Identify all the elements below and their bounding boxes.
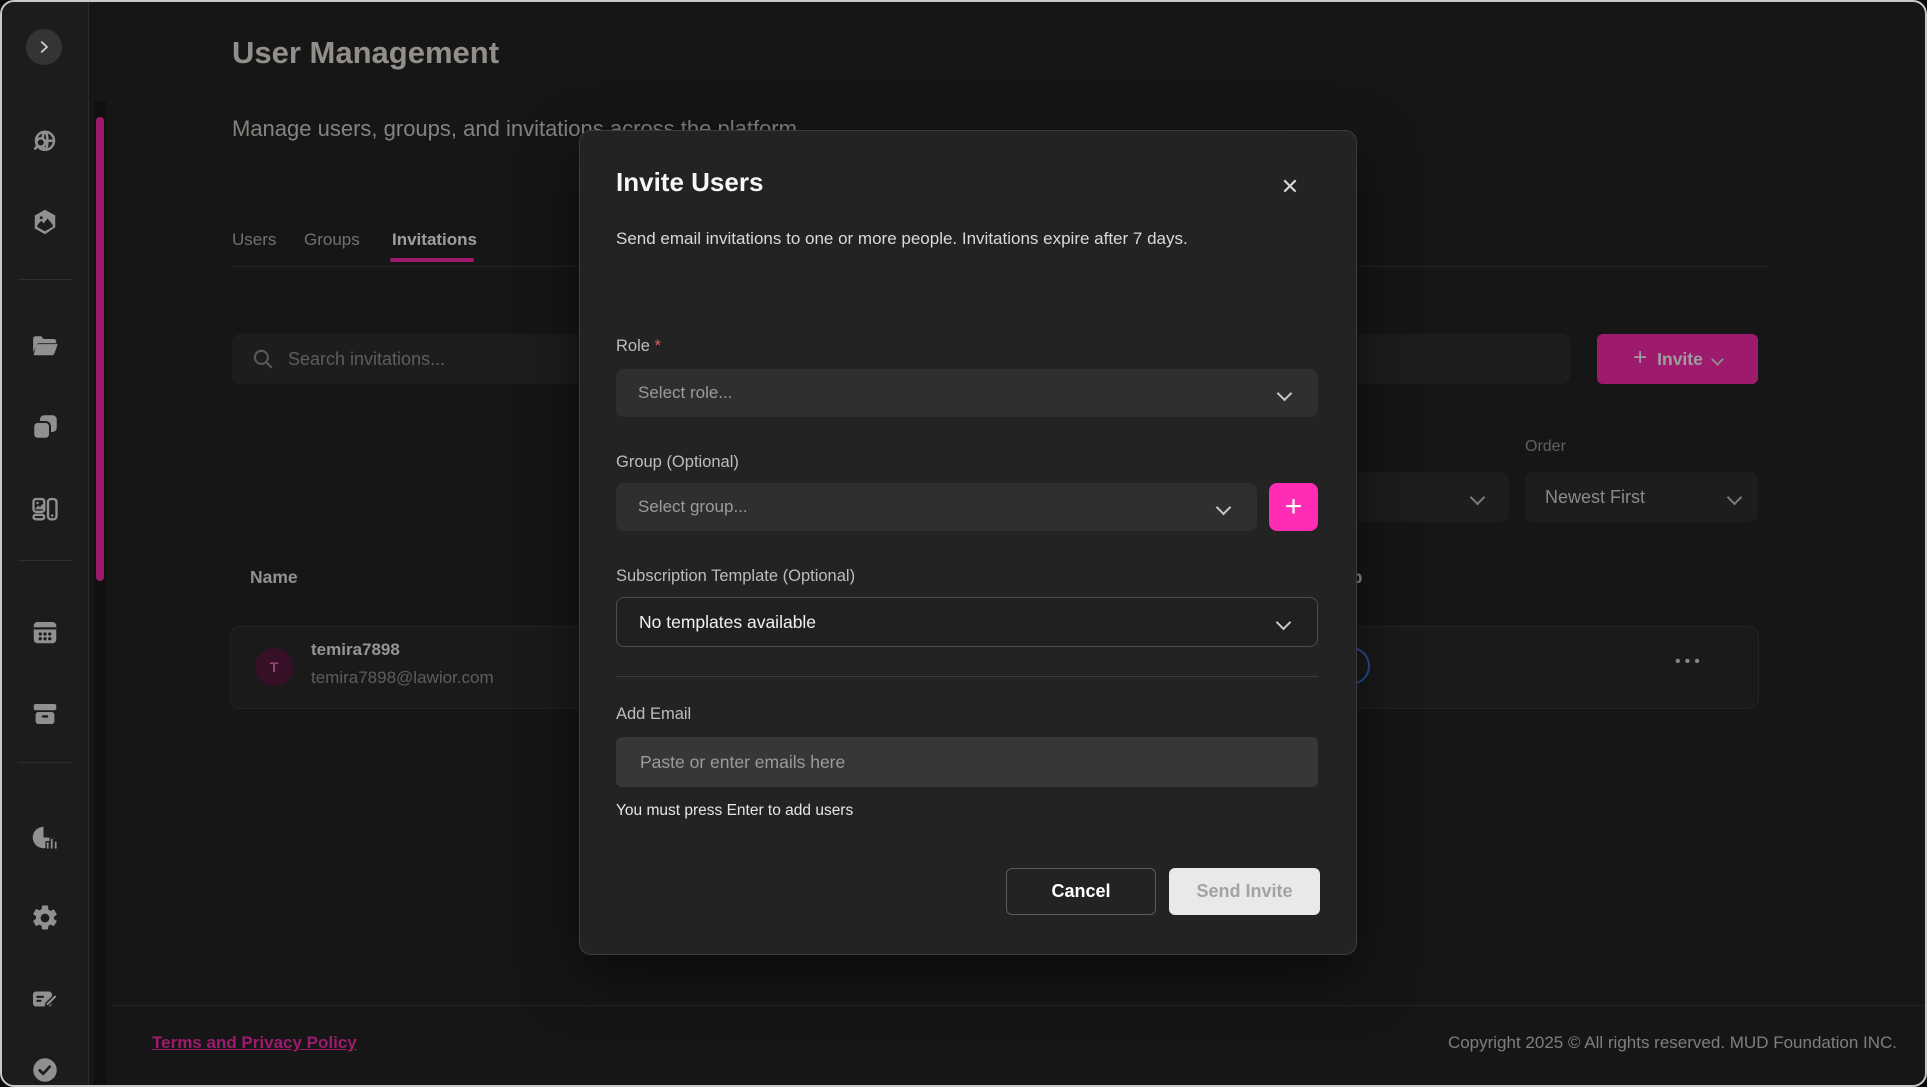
gear-icon [30, 903, 60, 933]
add-email-label: Add Email [616, 705, 691, 724]
group-select-placeholder: Select group... [638, 497, 748, 517]
globe-search-icon [30, 127, 60, 157]
role-label-text: Role [616, 337, 650, 355]
copies-icon [30, 412, 60, 442]
email-input[interactable] [638, 751, 1292, 774]
role-select-placeholder: Select role... [638, 383, 733, 403]
sidebar-item-archive[interactable] [30, 699, 60, 729]
card-edit-icon [30, 984, 60, 1014]
app-window: User Management Manage users, groups, an… [0, 0, 1927, 1087]
role-label: Role * [616, 337, 661, 356]
sidebar-divider [18, 762, 72, 763]
calendar-icon [30, 617, 60, 647]
add-group-button[interactable]: + [1269, 483, 1318, 531]
sidebar-item-status[interactable] [30, 1055, 60, 1085]
modal-description: Send email invitations to one or more pe… [616, 226, 1264, 252]
sidebar-item-calendar[interactable] [30, 617, 60, 647]
sidebar-divider [18, 560, 72, 561]
group-label: Group (Optional) [616, 453, 739, 472]
sidebar-item-analytics[interactable] [30, 823, 60, 853]
sidebar-item-collections[interactable] [30, 412, 60, 442]
chevron-down-icon [1216, 499, 1232, 515]
cancel-button[interactable]: Cancel [1006, 868, 1156, 915]
chevron-down-icon [1276, 614, 1292, 630]
layout-icon [30, 494, 60, 524]
folder-open-icon [30, 331, 60, 361]
modal-title: Invite Users [616, 167, 763, 198]
group-select[interactable]: Select group... [616, 483, 1257, 531]
archive-box-icon [30, 699, 60, 729]
sidebar-collapse-button[interactable] [26, 29, 62, 65]
pie-chart-icon [30, 823, 60, 853]
sidebar-item-discover[interactable] [30, 127, 60, 157]
sidebar-item-files[interactable] [30, 331, 60, 361]
template-label: Subscription Template (Optional) [616, 567, 855, 586]
sidebar-item-layout[interactable] [30, 494, 60, 524]
email-helper-text: You must press Enter to add users [616, 802, 853, 820]
close-icon[interactable]: ✕ [1274, 171, 1306, 203]
modal-divider [616, 676, 1318, 677]
chevron-down-icon [1277, 385, 1293, 401]
template-select-value: No templates available [639, 612, 816, 633]
template-select[interactable]: No templates available [616, 597, 1318, 647]
invite-users-modal: Invite Users ✕ Send email invitations to… [579, 130, 1357, 955]
sidebar-divider [18, 279, 72, 280]
media-cube-icon [30, 207, 60, 237]
sidebar [2, 2, 89, 1085]
sidebar-item-subscriptions[interactable] [30, 984, 60, 1014]
email-input-wrap [616, 737, 1318, 787]
sidebar-item-settings[interactable] [30, 903, 60, 933]
role-select[interactable]: Select role... [616, 369, 1318, 417]
send-invite-button[interactable]: Send Invite [1169, 868, 1320, 915]
chevron-right-icon [35, 38, 53, 56]
check-circle-icon [30, 1055, 60, 1085]
sidebar-item-media[interactable] [30, 207, 60, 237]
required-asterisk: * [655, 337, 661, 355]
